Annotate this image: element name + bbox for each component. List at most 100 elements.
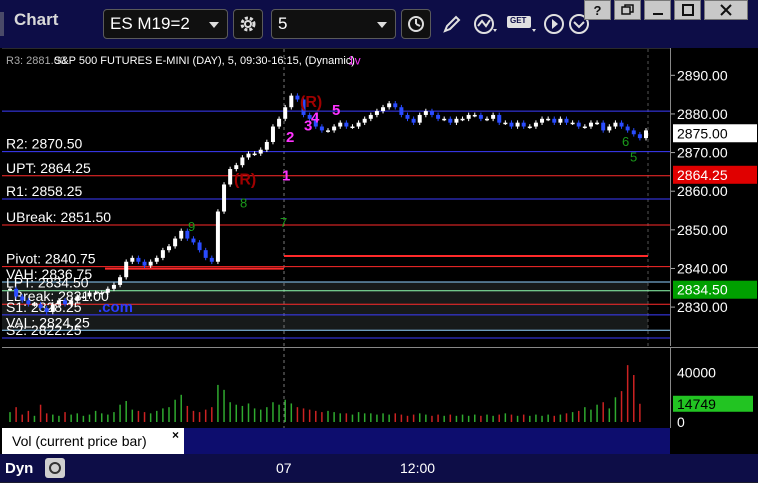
chevron-down-icon: [377, 22, 387, 28]
level-label-ubreak: UBreak: 2851.50: [6, 209, 111, 225]
candle-body: [289, 95, 294, 108]
candle-body: [130, 257, 135, 262]
price-chart-panel[interactable]: R2: 2870.50 UPT: 2864.25 R1: 2858.25 UBreak…: [2, 48, 670, 347]
candle-body: [258, 149, 263, 154]
time-settings-button[interactable]: [401, 9, 431, 39]
candle-body: [124, 261, 129, 278]
candle-body: [118, 277, 123, 285]
candle-body: [436, 114, 441, 119]
time-tick-1200: 12:00: [400, 460, 436, 476]
level-label-r1: R1: 2858.25: [6, 183, 82, 199]
candle-body: [63, 300, 68, 305]
candle-body: [546, 118, 551, 121]
candle-body: [374, 111, 379, 115]
candle-body: [270, 126, 275, 142]
symbol-combo[interactable]: ES M19=2: [103, 9, 228, 39]
candle-body: [105, 288, 110, 293]
candle-body: [417, 114, 422, 123]
price-tick-label: 2880.00: [677, 106, 728, 122]
candle-body: [442, 118, 447, 121]
candle-body: [540, 118, 545, 123]
indicators-button[interactable]: [472, 10, 500, 38]
candle-body: [533, 122, 538, 127]
candle-body: [350, 126, 355, 129]
volume-axis-svg: 40000 0 14749: [673, 365, 753, 428]
volume-chart-svg: [9, 348, 641, 428]
candle-body: [576, 122, 581, 127]
close-indicator-icon[interactable]: ×: [172, 428, 179, 442]
symbol-value: ES M19=2: [110, 14, 190, 33]
volume-indicator-label[interactable]: Vol (current price bar): [2, 428, 184, 454]
settings-button[interactable]: [233, 9, 263, 39]
candle-body: [32, 304, 37, 306]
candle-body: [362, 118, 367, 123]
candle-body: [472, 114, 477, 117]
candle-body: [173, 238, 178, 247]
data-get-button[interactable]: GET: [505, 10, 539, 38]
candle-body: [344, 122, 349, 127]
interval-combo[interactable]: 5: [271, 9, 396, 39]
drawing-tool-button[interactable]: [438, 10, 466, 38]
help-button[interactable]: ?: [584, 0, 611, 20]
window-controls: ?: [584, 0, 748, 20]
volume-tick-label: 0: [677, 414, 685, 428]
candle-body: [93, 292, 98, 295]
dyn-label[interactable]: Dyn: [5, 460, 33, 477]
candle-body: [454, 118, 459, 123]
candle-body: [99, 292, 104, 295]
time-axis[interactable]: Dyn 07 12:00: [0, 454, 758, 482]
maximize-icon: [681, 4, 694, 16]
chart-window: Chart ES M19=2 5 GET ? R2: 2870.50 UPT: …: [0, 0, 758, 482]
restore-button[interactable]: [614, 0, 641, 20]
candle-body: [601, 122, 606, 131]
candle-body: [75, 296, 80, 301]
price-axis-svg: 2890.00 2880.00 2870.00 2860.00 2850.00 2840.…: [671, 67, 757, 315]
play-button[interactable]: [540, 10, 568, 38]
candle-body: [87, 292, 92, 297]
candle-body: [50, 304, 55, 312]
get-badge-text: GET: [510, 16, 527, 25]
sequence-marker-2: 2: [286, 129, 294, 146]
price-axis[interactable]: 2890.00 2880.00 2870.00 2860.00 2850.00 2840.…: [670, 48, 758, 346]
restore-icon: [620, 4, 634, 15]
candle-body: [423, 111, 428, 115]
candle-body: [552, 118, 557, 123]
maximize-button[interactable]: [674, 0, 701, 20]
volume-tick-label: 40000: [677, 365, 716, 381]
candle-body: [228, 169, 233, 185]
candle-body: [332, 126, 337, 131]
minimize-button[interactable]: [644, 0, 671, 20]
chart-options-button[interactable]: [45, 458, 65, 478]
candle-body: [613, 122, 618, 127]
setup-marker-4: 6: [622, 134, 629, 149]
volume-panel[interactable]: [2, 347, 670, 428]
candle-body: [356, 122, 361, 127]
sequence-marker-5: 5: [332, 102, 340, 119]
play-icon: [544, 14, 564, 34]
volume-last-label: 14749: [677, 396, 716, 412]
close-window-button[interactable]: [704, 0, 748, 20]
candle-body: [319, 126, 324, 131]
chevron-down-icon: [209, 22, 219, 28]
candle-body: [240, 157, 245, 166]
candle-body: [209, 257, 214, 262]
candle-body: [203, 250, 208, 258]
candle-body: [69, 300, 74, 305]
candle-body: [399, 107, 404, 115]
candle-body: [81, 296, 86, 299]
candle-body: [564, 118, 569, 123]
candle-body: [381, 107, 386, 112]
candle-body: [466, 114, 471, 119]
candle-body: [588, 122, 593, 127]
candle-body: [197, 242, 202, 251]
drag-handle-icon[interactable]: [0, 10, 4, 38]
volume-axis[interactable]: 40000 0 14749: [670, 347, 758, 428]
candle-body: [558, 118, 563, 123]
indicator-bar: Vol (current price bar) ×: [2, 428, 670, 454]
candle-body: [631, 130, 636, 135]
candle-body: [252, 153, 257, 156]
candle-body: [411, 118, 416, 123]
candle-body: [387, 103, 392, 108]
candle-body: [44, 308, 49, 312]
candle-body: [393, 103, 398, 108]
